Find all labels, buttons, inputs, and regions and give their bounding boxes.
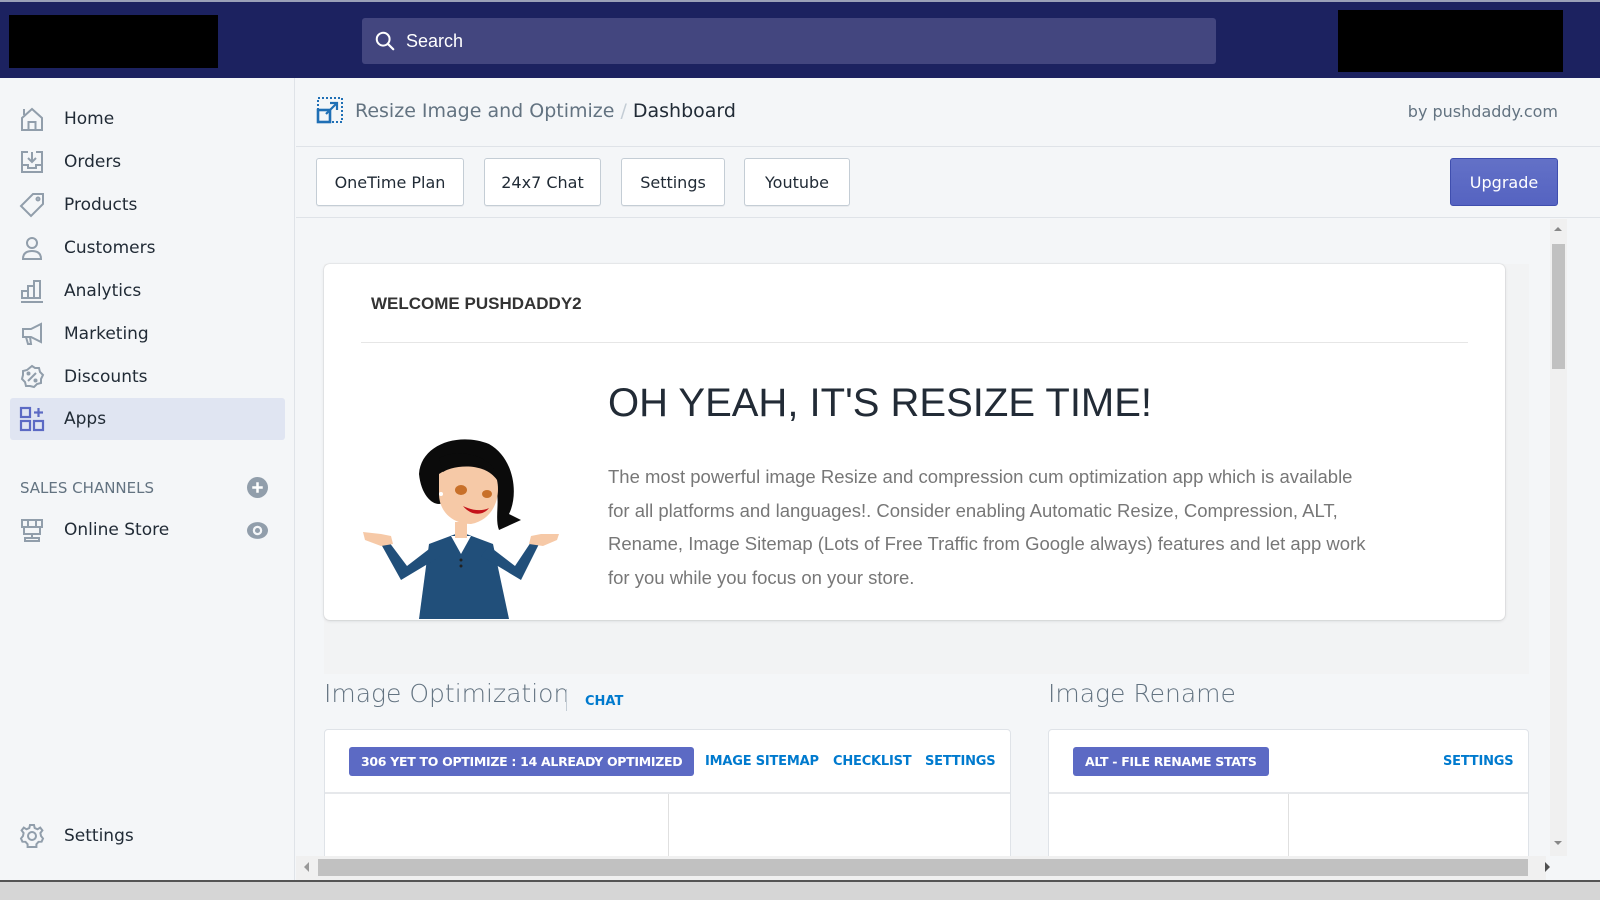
onetime-plan-button[interactable]: OneTime Plan	[316, 158, 464, 206]
sidebar-item-products[interactable]: Products	[10, 184, 285, 226]
sidebar: Home Orders Products Customers Analytics…	[0, 78, 295, 880]
divider	[361, 342, 1468, 343]
optimization-settings-link[interactable]: SETTINGS	[925, 754, 996, 769]
welcome-card: WELCOME PUSHDADDY2 OH YEAH, IT'S RESIZE …	[324, 264, 1505, 620]
taskbar-edge	[0, 880, 1600, 900]
store-logo-redacted	[9, 15, 218, 68]
app-header: Resize Image and Optimize / Dashboard by p…	[296, 78, 1600, 147]
welcome-section: WELCOME PUSHDADDY2 OH YEAH, IT'S RESIZE …	[324, 264, 1529, 674]
scroll-up-arrow-icon[interactable]	[1554, 227, 1562, 231]
image-optimization-title: Image Optimization	[324, 679, 570, 708]
sidebar-item-label: Home	[64, 109, 115, 129]
sidebar-item-home[interactable]: Home	[10, 98, 285, 140]
eye-icon[interactable]	[247, 520, 268, 541]
sidebar-item-label: Marketing	[64, 324, 149, 344]
person-icon	[21, 237, 43, 260]
image-rename-title: Image Rename	[1048, 679, 1236, 708]
card-header: 306 YET TO OPTIMIZE : 14 ALREADY OPTIMIZ…	[325, 730, 1010, 794]
user-menu-redacted[interactable]	[1338, 10, 1563, 72]
content-scroll-area: WELCOME PUSHDADDY2 OH YEAH, IT'S RESIZE …	[296, 219, 1546, 856]
mascot-illustration	[363, 439, 559, 619]
megaphone-icon	[22, 322, 42, 345]
chat-link[interactable]: CHAT	[585, 694, 623, 709]
sidebar-item-label: Online Store	[64, 520, 170, 540]
image-sitemap-link[interactable]: IMAGE SITEMAP	[705, 754, 819, 769]
orders-icon	[21, 151, 43, 173]
optimization-stats-badge[interactable]: 306 YET TO OPTIMIZE : 14 ALREADY OPTIMIZ…	[349, 747, 695, 776]
breadcrumb-current: Dashboard	[632, 100, 736, 122]
search-placeholder: Search	[406, 30, 464, 51]
breadcrumb: Resize Image and Optimize / Dashboard	[355, 100, 736, 122]
sidebar-item-label: Apps	[64, 409, 107, 429]
scroll-left-arrow-icon[interactable]	[304, 862, 309, 872]
apps-icon	[19, 406, 45, 432]
sidebar-item-marketing[interactable]: Marketing	[10, 313, 285, 355]
resize-app-icon	[316, 97, 343, 124]
gear-icon	[19, 824, 45, 848]
store-icon	[21, 519, 43, 542]
sidebar-item-online-store[interactable]: Online Store	[10, 509, 285, 551]
scroll-down-arrow-icon[interactable]	[1554, 841, 1562, 845]
search-icon	[375, 31, 395, 51]
horizontal-scrollbar[interactable]	[296, 856, 1550, 880]
bar-chart-icon	[21, 280, 43, 303]
sidebar-item-settings[interactable]: Settings	[10, 815, 285, 857]
horizontal-scroll-thumb[interactable]	[318, 859, 1528, 876]
main-area: Resize Image and Optimize / Dashboard by p…	[296, 78, 1600, 880]
sidebar-item-label: Analytics	[64, 281, 142, 301]
welcome-title: WELCOME PUSHDADDY2	[371, 294, 582, 313]
by-line: by pushdaddy.com	[1407, 102, 1558, 121]
search-input[interactable]: Search	[362, 18, 1216, 64]
image-rename-card: ALT - FILE RENAME STATS SETTINGS	[1048, 729, 1529, 856]
tag-icon	[19, 193, 44, 218]
rename-stats-badge[interactable]: ALT - FILE RENAME STATS	[1073, 747, 1269, 776]
sidebar-item-label: Customers	[64, 238, 156, 258]
sidebar-item-label: Products	[64, 195, 138, 215]
sidebar-item-discounts[interactable]: Discounts	[10, 356, 285, 398]
column-divider	[1288, 794, 1289, 856]
vertical-scroll-thumb[interactable]	[1552, 244, 1565, 369]
sidebar-item-analytics[interactable]: Analytics	[10, 270, 285, 312]
checklist-link[interactable]: CHECKLIST	[833, 754, 912, 769]
title-divider	[566, 689, 567, 711]
sidebar-item-apps[interactable]: Apps	[10, 398, 285, 440]
welcome-description: The most powerful image Resize and compr…	[608, 466, 1366, 588]
discount-icon	[20, 364, 45, 389]
breadcrumb-app-link[interactable]: Resize Image and Optimize	[355, 100, 614, 122]
sidebar-item-label: Settings	[64, 826, 134, 846]
scroll-right-arrow-icon[interactable]	[1545, 862, 1550, 872]
breadcrumb-separator: /	[620, 100, 627, 122]
add-sales-channel-icon[interactable]	[247, 477, 268, 498]
rename-settings-link[interactable]: SETTINGS	[1443, 754, 1514, 769]
vertical-scrollbar[interactable]	[1550, 219, 1567, 856]
sidebar-item-orders[interactable]: Orders	[10, 141, 285, 183]
top-bar: Search	[0, 0, 1600, 78]
chat-24x7-button[interactable]: 24x7 Chat	[484, 158, 601, 206]
sidebar-item-label: Discounts	[64, 367, 148, 387]
upgrade-button[interactable]: Upgrade	[1450, 158, 1558, 206]
welcome-headline: OH YEAH, IT'S RESIZE TIME!	[608, 381, 1153, 425]
column-divider	[668, 794, 669, 856]
home-icon	[21, 107, 43, 131]
card-header: ALT - FILE RENAME STATS SETTINGS	[1049, 730, 1528, 794]
sales-channels-heading: SALES CHANNELS	[20, 479, 154, 497]
toolbar: OneTime Plan 24x7 Chat Settings Youtube …	[296, 148, 1600, 218]
image-optimization-card: 306 YET TO OPTIMIZE : 14 ALREADY OPTIMIZ…	[324, 729, 1011, 856]
sidebar-item-label: Orders	[64, 152, 122, 172]
settings-button[interactable]: Settings	[621, 158, 725, 206]
youtube-button[interactable]: Youtube	[744, 158, 850, 206]
sidebar-item-customers[interactable]: Customers	[10, 227, 285, 269]
